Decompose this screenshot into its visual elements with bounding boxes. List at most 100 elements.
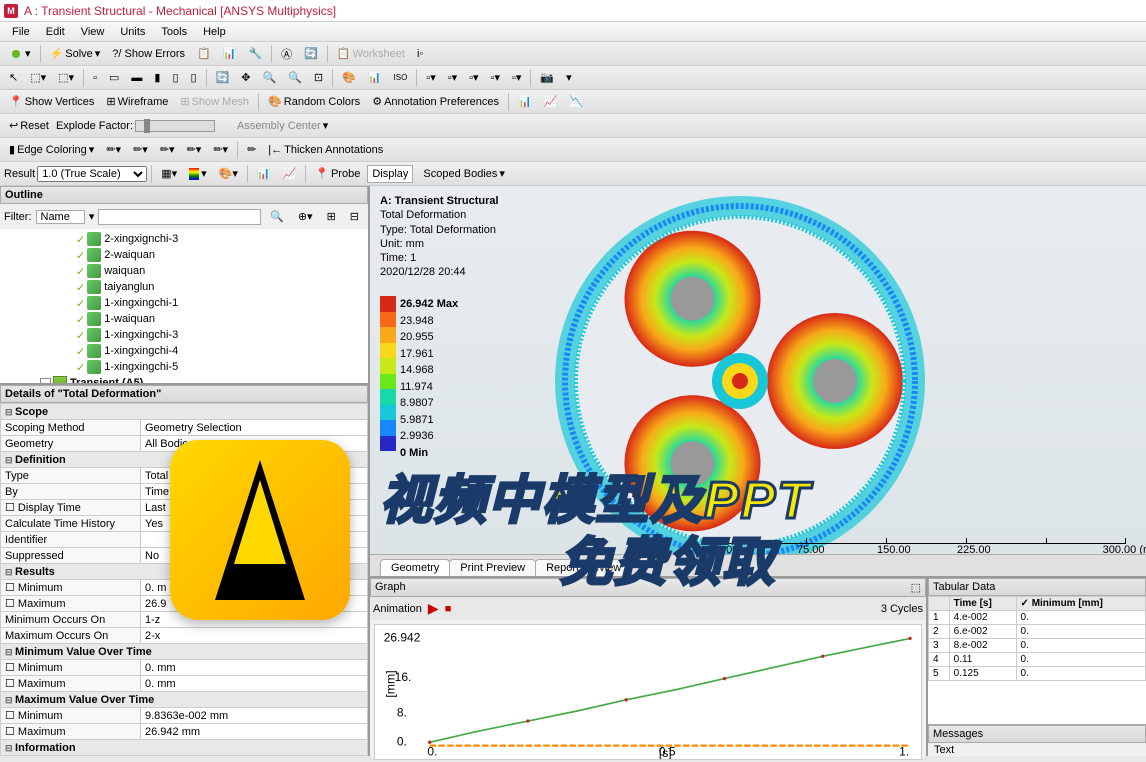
tb-icon[interactable]: i◦ <box>412 45 428 63</box>
show-mesh-button[interactable]: ⊞Show Mesh <box>175 92 254 111</box>
c6[interactable]: ✏ <box>242 140 261 159</box>
filter-type[interactable]: Name <box>36 210 85 224</box>
tabular-data[interactable]: Time [s]✓ Minimum [mm]14.e-0020.26.e-002… <box>928 596 1146 724</box>
filter-btn[interactable]: ⊞ <box>322 207 341 226</box>
tree-item[interactable]: ✓1-waiquan <box>2 311 366 327</box>
zoom-icon[interactable]: 🔍 <box>283 68 307 87</box>
thicken-button[interactable]: |←Thicken Annotations <box>263 141 388 159</box>
edge-coloring-button[interactable]: ▮Edge Coloring ▾ <box>4 140 99 159</box>
bolt-icon: ⚡ <box>50 47 64 60</box>
view-icon[interactable]: 📷 <box>535 68 559 87</box>
tb-refresh-icon[interactable]: 🔄 <box>299 44 323 63</box>
tree-item[interactable]: -Transient (A5) <box>2 375 366 383</box>
view-icon[interactable]: ▾ <box>561 68 577 87</box>
worksheet-button[interactable]: 📋Worksheet <box>332 44 410 63</box>
tree-item[interactable]: ✓1-xingxingchi-5 <box>2 359 366 375</box>
app-icon: M <box>4 4 18 18</box>
tb-icon[interactable]: 📊 <box>218 44 242 63</box>
filter-btn[interactable]: ⊕▾ <box>293 207 318 226</box>
result-label: Result <box>4 168 35 180</box>
animation-controls: Animation ▶ ■ 3 Cycles <box>370 597 926 620</box>
r1[interactable]: ▦▾ <box>156 164 182 183</box>
filter-label: Filter: <box>4 211 32 223</box>
menubar: File Edit View Units Tools Help <box>0 22 1146 42</box>
tree-item[interactable]: ✓waiquan <box>2 263 366 279</box>
tree-item[interactable]: ✓1-xingxingchi-1 <box>2 295 366 311</box>
graph-plot[interactable]: 26.942 16. 8. 0. [mm] 0.0.51. [s] <box>374 624 922 760</box>
view-icon[interactable]: ▫▾ <box>421 68 440 87</box>
menu-edit[interactable]: Edit <box>38 24 73 40</box>
r4[interactable]: 📊 <box>252 164 276 183</box>
outline-tree[interactable]: ✓2-xingxignchi-3✓2-waiquan✓waiquan✓taiya… <box>0 229 368 383</box>
tb-icon[interactable]: 📊 <box>513 92 537 111</box>
face-icon[interactable]: ▬ <box>126 69 147 87</box>
edge-icon[interactable]: ▭ <box>104 68 124 87</box>
play-button[interactable]: ▶ <box>428 600 439 617</box>
c1[interactable]: ✏▾ <box>101 140 126 159</box>
tb-a-icon[interactable]: Ⓐ <box>276 43 297 65</box>
tb-icon[interactable]: 📋 <box>192 44 216 63</box>
tree-item[interactable]: ✓1-xingxingchi-3 <box>2 327 366 343</box>
tree-item[interactable]: ✓taiyanglun <box>2 279 366 295</box>
menu-tools[interactable]: Tools <box>153 24 195 40</box>
tab-print[interactable]: Print Preview <box>449 559 536 576</box>
body-icon[interactable]: ▮ <box>149 68 165 87</box>
view-icon[interactable]: ▫▾ <box>486 68 505 87</box>
wireframe-button[interactable]: ⊞Wireframe <box>101 92 173 111</box>
tb-icon[interactable]: 📈 <box>539 92 563 111</box>
ok-button[interactable]: ▾ <box>4 44 36 64</box>
scoped-label: Scoped Bodies <box>423 168 497 180</box>
r3[interactable]: 🎨▾ <box>214 164 243 183</box>
cursor-icon[interactable]: ↖ <box>4 68 23 87</box>
zoom-icon[interactable]: 🔍 <box>257 68 281 87</box>
explode-slider[interactable] <box>135 120 215 132</box>
view-icon[interactable]: ▫▾ <box>443 68 462 87</box>
vertex-icon[interactable]: ▫ <box>88 69 102 87</box>
reset-button[interactable]: ↩ Reset <box>4 116 54 135</box>
probe-button[interactable]: 📍Probe <box>310 164 365 183</box>
select-icon[interactable]: ⬚▾ <box>25 68 51 87</box>
annot-prefs-button[interactable]: ⚙Annotation Preferences <box>367 92 504 111</box>
details-header: Details of "Total Deformation" <box>0 385 368 403</box>
menu-help[interactable]: Help <box>195 24 234 40</box>
solve-button[interactable]: ⚡Solve ▾ <box>45 44 106 63</box>
r2[interactable]: ▾ <box>184 164 212 183</box>
tb-icon[interactable]: 🔧 <box>243 44 267 63</box>
iso-icon[interactable]: ISO <box>389 70 413 85</box>
filter-btn[interactable]: ⊟ <box>345 207 364 226</box>
filter-btn[interactable]: 🔍 <box>265 207 289 226</box>
tree-item[interactable]: ✓1-xingxingchi-4 <box>2 343 366 359</box>
menu-file[interactable]: File <box>4 24 38 40</box>
toolbar-5: ▮Edge Coloring ▾ ✏▾ ✏▾ ✏▾ ✏▾ ✏▾ ✏ |←Thic… <box>0 138 1146 162</box>
pan-icon[interactable]: ✥ <box>236 68 255 87</box>
scale-select[interactable]: 1.0 (True Scale) <box>37 166 147 182</box>
tb-icon[interactable]: 📉 <box>564 92 588 111</box>
r5[interactable]: 📈 <box>278 164 302 183</box>
c4[interactable]: ✏▾ <box>182 140 207 159</box>
view-icon[interactable]: 📊 <box>363 68 387 87</box>
body-icon[interactable]: ▯ <box>167 68 183 87</box>
c2[interactable]: ✏▾ <box>128 140 153 159</box>
select-icon[interactable]: ⬚▾ <box>53 68 79 87</box>
show-vertices-button[interactable]: 📍Show Vertices <box>4 92 99 111</box>
toolbar-4: ↩ Reset Explode Factor: Assembly Center▾ <box>0 114 1146 138</box>
menu-units[interactable]: Units <box>112 24 153 40</box>
filter-input[interactable] <box>98 209 261 225</box>
menu-view[interactable]: View <box>73 24 113 40</box>
tab-geometry[interactable]: Geometry <box>380 559 450 576</box>
view-icon[interactable]: 🎨 <box>337 68 361 87</box>
fit-icon[interactable]: ⊡ <box>309 68 328 87</box>
stop-button[interactable]: ■ <box>445 603 452 615</box>
tree-item[interactable]: ✓2-xingxignchi-3 <box>2 231 366 247</box>
tree-item[interactable]: ✓2-waiquan <box>2 247 366 263</box>
show-errors-button[interactable]: ?/ Show Errors <box>107 45 190 63</box>
c5[interactable]: ✏▾ <box>208 140 233 159</box>
view-icon[interactable]: ▫▾ <box>464 68 483 87</box>
random-colors-button[interactable]: 🎨Random Colors <box>263 92 365 111</box>
filter-row: Filter: Name▾ 🔍 ⊕▾ ⊞ ⊟ <box>0 204 368 229</box>
rotate-icon[interactable]: 🔄 <box>211 68 235 87</box>
view-icon[interactable]: ▫▾ <box>507 68 526 87</box>
c3[interactable]: ✏▾ <box>155 140 180 159</box>
toolbar-1: ▾ ⚡Solve ▾ ?/ Show Errors 📋 📊 🔧 Ⓐ 🔄 📋Wor… <box>0 42 1146 66</box>
body-icon[interactable]: ▯ <box>186 68 202 87</box>
